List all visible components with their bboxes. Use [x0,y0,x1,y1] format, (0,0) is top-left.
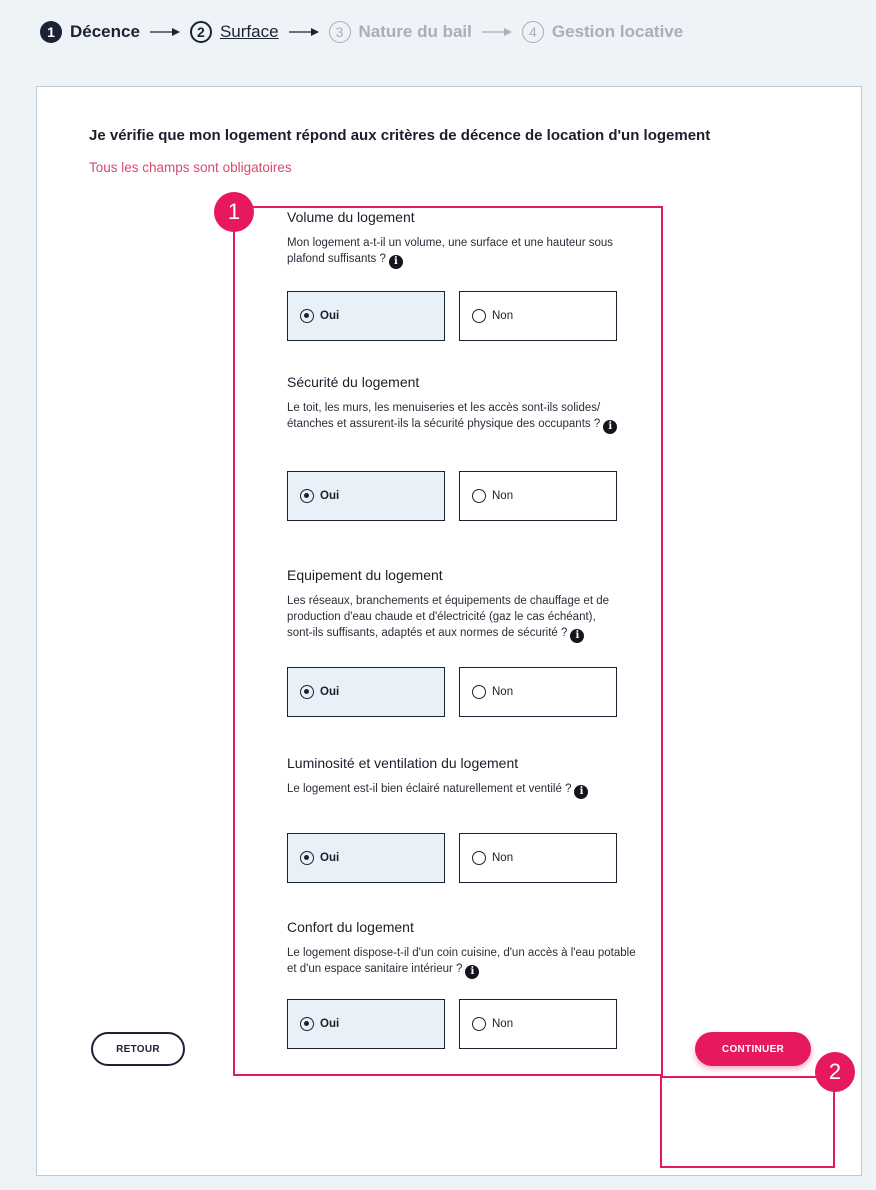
annotation-box-2 [660,1076,835,1168]
step-decence: 1 Décence [40,21,140,43]
step-surface[interactable]: 2 Surface [189,21,279,43]
continuer-button[interactable]: CONTINUER [695,1032,811,1066]
annotation-box-1 [233,206,663,1076]
step-label: Gestion locative [551,22,684,41]
arrow-right-icon [149,27,180,37]
step-number: 3 [328,21,351,43]
required-fields-note: Tous les champs sont obligatoires [89,160,292,175]
annotation-badge-1: 1 [214,192,254,232]
retour-button[interactable]: RETOUR [91,1032,185,1066]
step-label: Surface [219,22,279,41]
arrow-right-icon [288,27,319,37]
step-gestion-locative: 4 Gestion locative [521,21,684,43]
step-label: Nature du bail [358,22,472,41]
annotation-badge-2: 2 [815,1052,855,1092]
progress-stepper: 1 Décence 2 Surface 3 Nature du bail 4 G… [40,18,683,46]
step-number: 4 [521,21,544,43]
step-number: 1 [40,21,62,43]
step-label: Décence [70,22,140,41]
step-nature-du-bail: 3 Nature du bail [328,21,472,43]
arrow-right-icon [481,27,512,37]
form-intro: Je vérifie que mon logement répond aux c… [89,127,711,144]
step-number: 2 [189,21,212,43]
